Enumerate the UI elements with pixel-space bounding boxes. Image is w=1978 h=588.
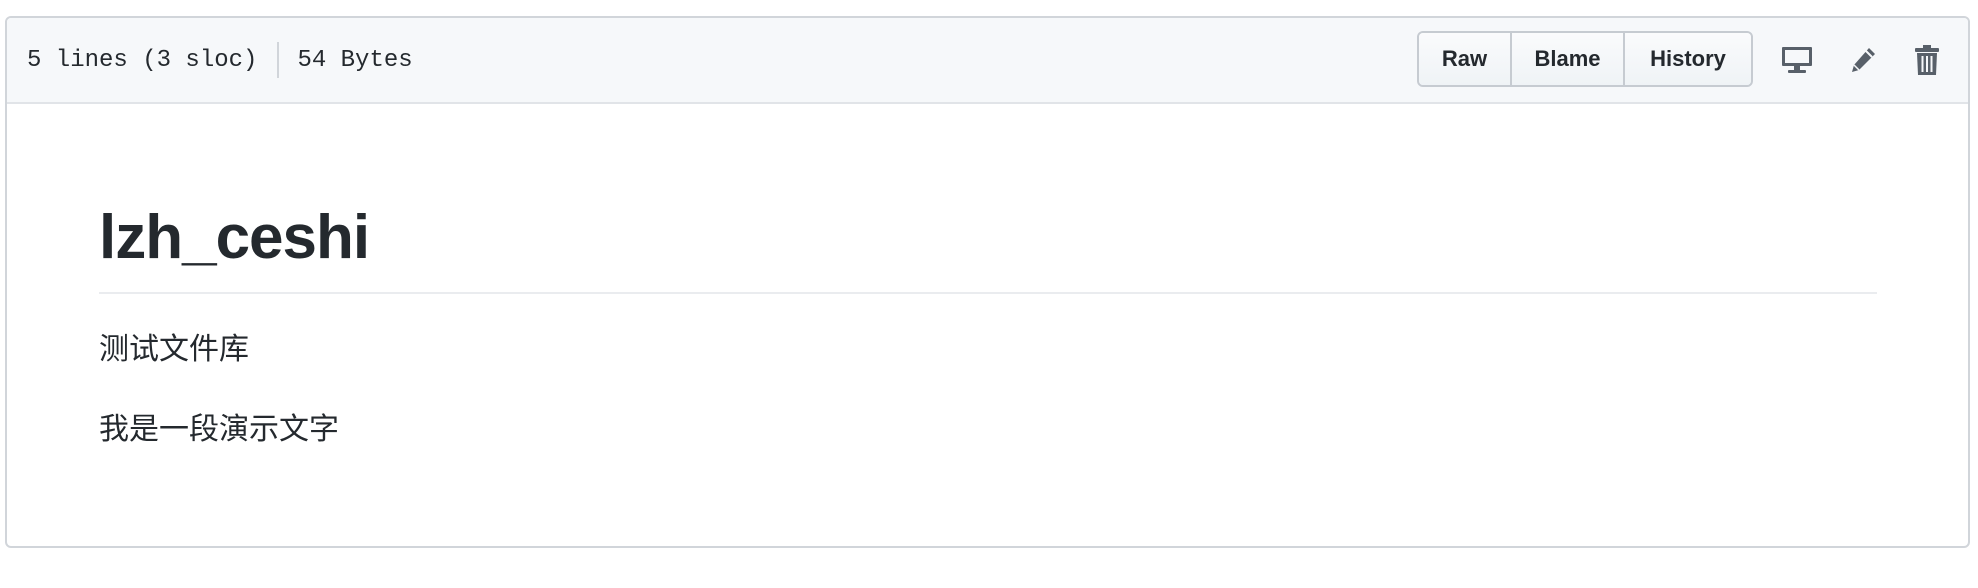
history-button[interactable]: History [1623, 33, 1751, 85]
file-actions-button-group: Raw Blame History [1417, 31, 1753, 87]
desktop-icon[interactable] [1777, 40, 1817, 80]
readme-content: lzh_ceshi 测试文件库 我是一段演示文字 [7, 104, 1968, 450]
file-header: 5 lines (3 sloc) 54 Bytes Raw Blame Hist… [7, 18, 1968, 104]
trash-icon[interactable] [1907, 40, 1947, 80]
readme-paragraph: 我是一段演示文字 [99, 412, 339, 447]
pencil-icon[interactable] [1843, 40, 1883, 80]
size-info: 54 Bytes [297, 46, 413, 74]
lines-info: 5 lines (3 sloc) [27, 46, 258, 74]
blame-button[interactable]: Blame [1510, 33, 1623, 85]
readme-title: lzh_ceshi [99, 203, 370, 272]
title-divider [99, 292, 1877, 294]
readme-paragraph: 测试文件库 [99, 332, 249, 367]
file-info: 5 lines (3 sloc) 54 Bytes [27, 42, 413, 78]
file-info-divider [277, 42, 280, 78]
file-box: 5 lines (3 sloc) 54 Bytes Raw Blame Hist… [5, 16, 1970, 548]
raw-button[interactable]: Raw [1419, 33, 1510, 85]
